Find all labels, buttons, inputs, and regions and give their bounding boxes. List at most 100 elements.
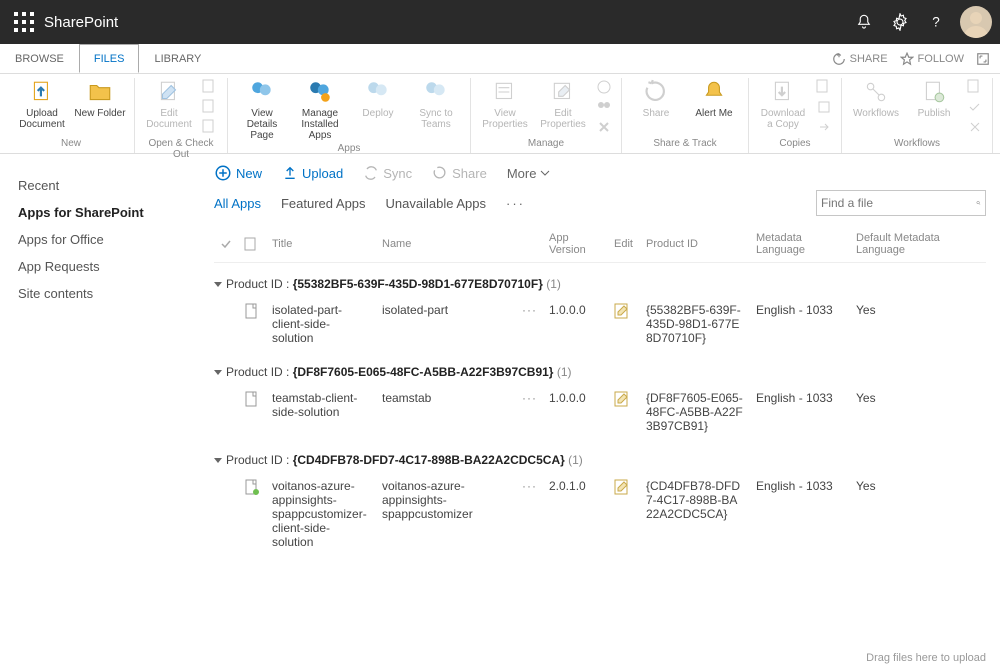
item-menu-icon[interactable]: ··· (516, 385, 543, 439)
upload-button[interactable]: Upload (282, 165, 343, 181)
group-header[interactable]: Product ID : {55382BF5-639F-435D-98D1-67… (214, 263, 986, 298)
sync-to-teams-button[interactable]: Sync to Teams (410, 78, 462, 141)
manage-installed-apps-label: Manage Installed Apps (294, 108, 346, 141)
ribbon: Upload Document New Folder New Edit Docu… (0, 74, 1000, 154)
col-lang[interactable]: Metadata Language (750, 226, 850, 263)
table-row[interactable]: teamstab-client-side-solution teamstab ·… (214, 385, 986, 439)
nav-apps-office[interactable]: Apps for Office (0, 226, 200, 253)
shared-with-icon[interactable] (595, 98, 613, 116)
nav-app-requests[interactable]: App Requests (0, 253, 200, 280)
col-name[interactable]: Name (376, 226, 516, 263)
edit-item-icon[interactable] (608, 473, 640, 555)
pivot-all-apps[interactable]: All Apps (214, 196, 261, 211)
manage-installed-apps-button[interactable]: Manage Installed Apps (294, 78, 346, 141)
select-all-icon[interactable] (220, 238, 232, 250)
alert-me-button[interactable]: Alert Me (688, 78, 740, 136)
table-row[interactable]: isolated-part-client-side-solution isola… (214, 297, 986, 351)
workflows-label: Workflows (853, 108, 899, 119)
cell-product-id: {CD4DFB78-DFD7-4C17-898B-BA22A2CDC5CA} (640, 473, 750, 555)
col-default[interactable]: Default Metadata Language (850, 226, 986, 263)
check-in-icon[interactable] (201, 98, 219, 116)
new-label: New (236, 166, 262, 181)
share-cmd-button[interactable]: Share (432, 165, 487, 181)
download-copy-button[interactable]: Download a Copy (757, 78, 809, 136)
share-page-button[interactable]: SHARE (832, 52, 888, 66)
cell-name[interactable]: teamstab (376, 385, 516, 439)
upload-document-label: Upload Document (16, 108, 68, 130)
type-header-icon (244, 237, 256, 251)
cell-name[interactable]: isolated-part (376, 297, 516, 351)
new-folder-button[interactable]: New Folder (74, 78, 126, 136)
cell-default: Yes (850, 297, 986, 351)
approve-reject-icon[interactable] (966, 98, 984, 116)
ribbon-group-workflows: Workflows (850, 136, 984, 153)
tab-library[interactable]: LIBRARY (139, 44, 216, 73)
search-input[interactable] (821, 196, 976, 210)
alert-me-label: Alert Me (695, 108, 732, 119)
view-properties-button[interactable]: View Properties (479, 78, 531, 136)
edit-item-icon[interactable] (608, 297, 640, 351)
sync-label: Sync (383, 166, 412, 181)
tab-browse[interactable]: BROWSE (0, 44, 79, 73)
publish-button[interactable]: Publish (908, 78, 960, 136)
help-button[interactable]: ? (920, 6, 952, 38)
workflows-button[interactable]: Workflows (850, 78, 902, 136)
find-file-searchbox[interactable] (816, 190, 986, 216)
deploy-button[interactable]: Deploy (352, 78, 404, 141)
more-button[interactable]: More (507, 166, 551, 181)
search-icon[interactable] (976, 196, 981, 210)
col-version[interactable]: App Version (543, 226, 608, 263)
cell-version: 1.0.0.0 (543, 385, 608, 439)
item-menu-icon[interactable]: ··· (516, 473, 543, 555)
edit-properties-label: Edit Properties (537, 108, 589, 130)
share-button-ribbon[interactable]: Share (630, 78, 682, 136)
edit-document-button[interactable]: Edit Document (143, 78, 195, 136)
go-to-source-icon[interactable] (815, 118, 833, 136)
tab-files[interactable]: FILES (79, 44, 140, 73)
col-edit[interactable]: Edit (608, 226, 640, 263)
cell-title: voitanos-azure-appinsights-spappcustomiz… (266, 473, 376, 555)
sync-button[interactable]: Sync (363, 165, 412, 181)
new-button[interactable]: New (214, 164, 262, 182)
discard-checkout-icon[interactable] (201, 118, 219, 136)
delete-icon[interactable] (595, 118, 613, 136)
follow-button[interactable]: FOLLOW (900, 52, 964, 66)
edit-properties-button[interactable]: Edit Properties (537, 78, 589, 136)
item-menu-icon[interactable]: ··· (516, 297, 543, 351)
col-product[interactable]: Product ID (640, 226, 750, 263)
ribbon-group-share-track: Share & Track (630, 136, 740, 153)
nav-apps-sharepoint[interactable]: Apps for SharePoint (0, 199, 200, 226)
user-avatar[interactable] (960, 6, 992, 38)
settings-button[interactable] (884, 6, 916, 38)
ribbon-group-copies: Copies (757, 136, 833, 153)
pivot-featured-apps[interactable]: Featured Apps (281, 196, 366, 211)
more-label: More (507, 166, 537, 181)
table-row[interactable]: voitanos-azure-appinsights-spappcustomiz… (214, 473, 986, 555)
edit-item-icon[interactable] (608, 385, 640, 439)
cell-version: 1.0.0.0 (543, 297, 608, 351)
group-header[interactable]: Product ID : {CD4DFB78-DFD7-4C17-898B-BA… (214, 439, 986, 473)
col-title[interactable]: Title (266, 226, 376, 263)
group-header[interactable]: Product ID : {DF8F7605-E065-48FC-A5BB-A2… (214, 351, 986, 385)
app-launcher-button[interactable] (12, 10, 36, 34)
view-pivots: All Apps Featured Apps Unavailable Apps … (214, 190, 986, 216)
cell-name[interactable]: voitanos-azure-appinsights-spappcustomiz… (376, 473, 516, 555)
unpublish-icon[interactable] (966, 78, 984, 96)
cancel-approval-icon[interactable] (966, 118, 984, 136)
ribbon-tabs: BROWSE FILES LIBRARY SHARE FOLLOW (0, 44, 1000, 74)
version-history-icon[interactable] (595, 78, 613, 96)
nav-recent[interactable]: Recent (0, 172, 200, 199)
ribbon-group-new: New (16, 136, 126, 153)
pivot-unavailable-apps[interactable]: Unavailable Apps (386, 196, 486, 211)
view-details-page-button[interactable]: View Details Page (236, 78, 288, 141)
drag-upload-hint: Drag files here to upload (866, 652, 986, 664)
manage-copies-icon[interactable] (815, 98, 833, 116)
notifications-button[interactable] (848, 6, 880, 38)
type-icon (238, 473, 266, 555)
nav-site-contents[interactable]: Site contents (0, 280, 200, 307)
pivot-more[interactable]: ··· (506, 196, 525, 211)
focus-content-button[interactable] (976, 52, 990, 66)
upload-document-button[interactable]: Upload Document (16, 78, 68, 136)
check-out-icon[interactable] (201, 78, 219, 96)
send-to-icon[interactable] (815, 78, 833, 96)
